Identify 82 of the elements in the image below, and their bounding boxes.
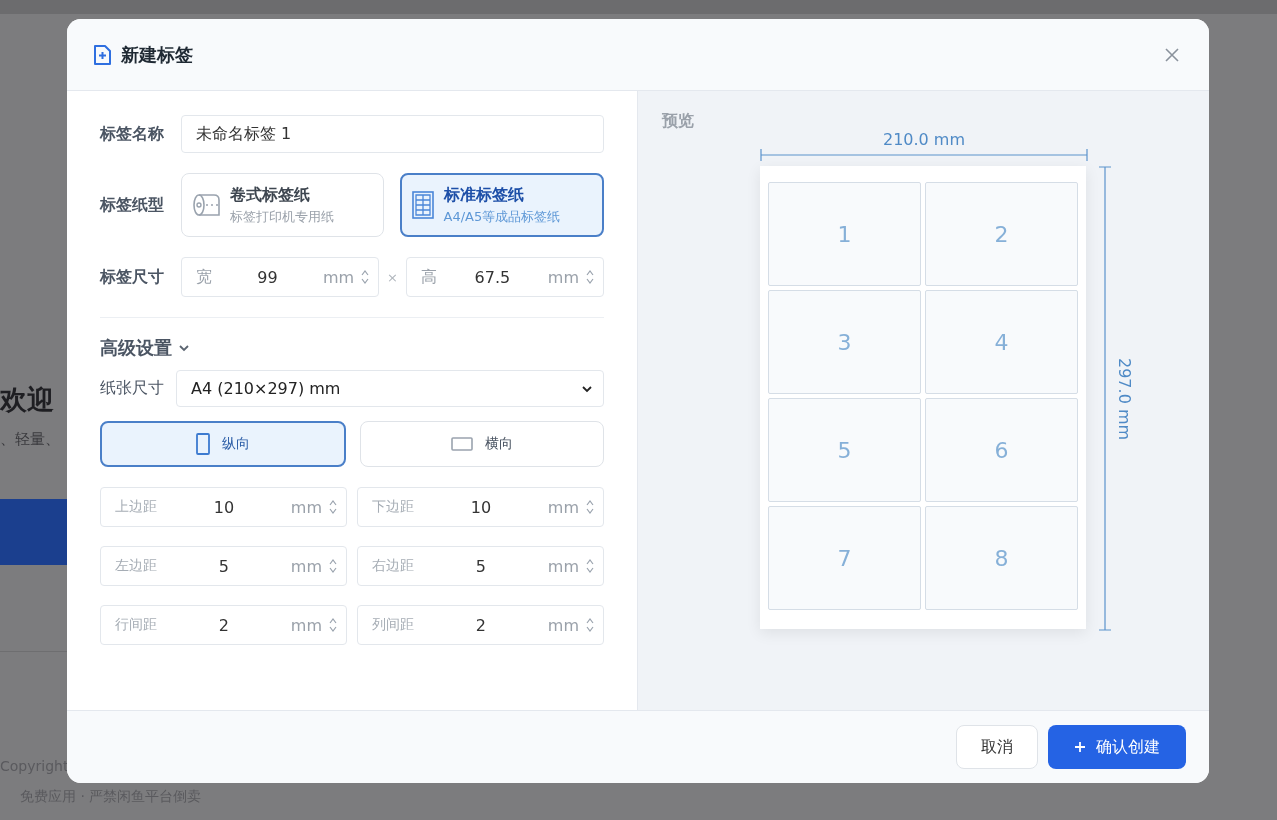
size-field[interactable]: 高 67.5 mm <box>405 257 604 297</box>
spacing-field[interactable]: 列间距 2 mm <box>357 605 604 645</box>
field-prefix: 行间距 <box>115 616 157 634</box>
name-input[interactable]: 未命名标签 1 <box>181 115 604 153</box>
spinner-icon <box>328 616 338 634</box>
field-label: 标签尺寸 <box>100 266 165 288</box>
tagline-text: 、轻量、 <box>0 430 60 449</box>
spacing-field[interactable]: 右边距 5 mm <box>357 546 604 586</box>
field-value: 67.5 <box>473 267 512 287</box>
field-value: 5 <box>217 556 230 576</box>
times-sign: × <box>387 269 398 285</box>
field-prefix: 上边距 <box>115 498 157 516</box>
orientation-button[interactable]: 纵向 <box>100 421 346 467</box>
dialog-title: 新建标签 <box>121 42 194 67</box>
field-value: 10 <box>469 497 493 517</box>
spinner-icon <box>328 498 338 516</box>
field-prefix: 宽 <box>196 266 212 288</box>
confirm-button[interactable]: 确认创建 <box>1048 725 1186 769</box>
unit-label: mm <box>547 267 579 287</box>
unit-label: mm <box>547 615 579 635</box>
welcome-heading: 欢迎 <box>0 383 54 417</box>
label-cell: 8 <box>925 506 1078 610</box>
plus-icon <box>1074 741 1086 753</box>
dimension-label: 210.0 mm <box>882 130 966 149</box>
select-value: A4 (210×297) mm <box>191 379 341 398</box>
field-prefix: 列间距 <box>372 616 414 634</box>
landscape-page-icon <box>451 437 473 451</box>
field-value: 99 <box>256 267 279 287</box>
label-cell: 6 <box>925 398 1078 502</box>
field-prefix: 高 <box>420 266 437 288</box>
spacing-field[interactable]: 下边距 10 mm <box>357 487 604 527</box>
field-prefix: 左边距 <box>115 557 157 575</box>
paper-size-select[interactable]: A4 (210×297) mm <box>176 370 604 407</box>
spacing-field[interactable]: 上边距 10 mm <box>100 487 347 527</box>
field-value: 2 <box>217 615 230 635</box>
field-label: 纸张尺寸 <box>100 378 165 399</box>
option-subtitle: 标签打印机专用纸 <box>230 207 334 226</box>
spinner-icon <box>585 268 595 286</box>
portrait-page-icon <box>196 433 210 455</box>
cancel-button[interactable]: 取消 <box>956 725 1038 769</box>
unit-label: mm <box>322 267 355 287</box>
paper-type-option[interactable]: 卷式标签纸 标签打印机专用纸 <box>181 173 384 237</box>
spinner-icon <box>585 498 595 516</box>
label-sheet-icon <box>411 191 434 219</box>
label-cell: 7 <box>768 506 921 610</box>
section-title: 高级设置 <box>100 336 172 360</box>
label-cell: 5 <box>768 398 921 502</box>
advanced-toggle[interactable]: 高级设置 <box>100 336 604 360</box>
label-cell: 1 <box>768 182 921 286</box>
paper-type-option[interactable]: 标准标签纸 A4/A5等成品标签纸 <box>399 173 604 237</box>
field-prefix: 下边距 <box>372 498 414 516</box>
spacing-field[interactable]: 左边距 5 mm <box>100 546 347 586</box>
spinner-icon <box>585 616 595 634</box>
unit-label: mm <box>290 497 322 517</box>
option-subtitle: A4/A5等成品标签纸 <box>443 207 561 226</box>
field-value: 2 <box>474 615 487 635</box>
field-label: 标签纸型 <box>100 194 165 216</box>
size-field[interactable]: 宽 99 mm <box>181 257 380 297</box>
close-icon <box>1165 47 1179 62</box>
label-cell: 3 <box>768 290 921 394</box>
option-title: 卷式标签纸 <box>230 184 311 206</box>
field-value: 10 <box>212 497 236 517</box>
paper-roll-icon <box>192 193 220 217</box>
field-label: 标签名称 <box>100 123 165 145</box>
unit-label: mm <box>547 497 579 517</box>
orientation-button[interactable]: 横向 <box>360 421 604 467</box>
label-cell: 4 <box>925 290 1078 394</box>
unit-label: mm <box>290 615 322 635</box>
unit-label: mm <box>290 556 322 576</box>
field-prefix: 右边距 <box>372 557 414 575</box>
preview-title: 预览 <box>662 111 695 132</box>
label-cell: 2 <box>925 182 1078 286</box>
spinner-icon <box>328 557 338 575</box>
spinner-icon <box>585 557 595 575</box>
spacing-field[interactable]: 行间距 2 mm <box>100 605 347 645</box>
add-file-icon <box>93 44 111 65</box>
unit-label: mm <box>547 556 579 576</box>
option-title: 标准标签纸 <box>443 184 525 206</box>
chevron-icon <box>178 342 190 354</box>
spinner-icon <box>360 268 371 286</box>
field-value: 5 <box>474 556 487 576</box>
dimension-label: 297.0 mm <box>1115 358 1134 441</box>
